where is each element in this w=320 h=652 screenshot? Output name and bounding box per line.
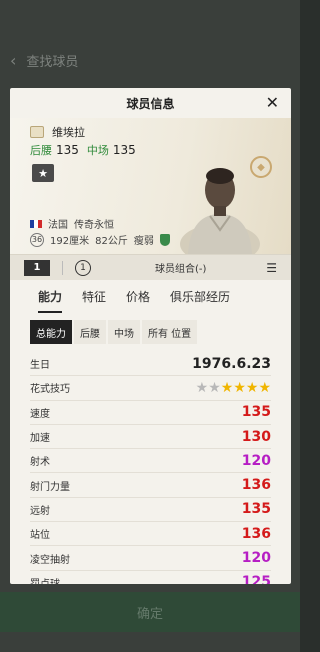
stat-label: 花式技巧 [30,384,70,396]
star-icon: ★ [38,166,48,180]
stat-row: 远射 135 [30,498,271,523]
stat-row: 生日 1976.6.23 [30,352,271,377]
stat-row: 加速 130 [30,425,271,450]
stat-row: 速度 135 [30,401,271,425]
stat-row: 花式技巧 ★ ★ ★ ★ ★ ★ [30,376,271,401]
icon-emblem-icon: ◆ [250,156,272,178]
club-badge-icon [159,233,170,246]
stat-label: 凌空抽射 [30,554,70,566]
star-icon: ★ [245,379,259,396]
stat-value: 130 [241,428,271,445]
confirm-label: 确定 [136,606,163,622]
stat-value: 136 [241,477,271,494]
tab-price[interactable]: 价格 [126,288,150,305]
divider [62,260,63,275]
height-value: 192厘米 [50,236,90,247]
main-tabs: 能力 特征 价格 俱乐部经历 [10,280,291,313]
star-icon: ★ [220,379,234,396]
subtab-cdm[interactable]: 后腰 [74,320,106,344]
position-ratings: 后腰 135 中场 135 [30,142,136,158]
level-badge-icon [30,126,44,138]
menu-icon[interactable]: ☰ [266,261,277,275]
skill-stars: ★ ★ ★ ★ ★ ★ [196,381,271,395]
background-title: 查找球员 [26,54,79,70]
subtab-cm[interactable]: 中场 [108,320,140,344]
stat-value: 135 [241,501,271,518]
subtab-overall[interactable]: 总能力 [30,320,72,344]
age-badge: 36 [30,232,44,247]
player-info-modal: 球员信息 ✕ 维埃拉 后腰 135 中场 135 ★ ◆ 法国 传奇永恒 36 … [10,88,291,584]
player-card: 维埃拉 后腰 135 中场 135 ★ ◆ 法国 传奇永恒 36 192厘米 8… [10,118,291,254]
star-icon: ★ [195,379,209,396]
stat-value: 120 [241,452,271,469]
sub-tabs: 总能力 后腰 中场 所有 位置 [30,320,271,344]
star-icon: ★ [258,379,271,396]
player-strip: 1 1 球员组合(-) ☰ [10,254,291,280]
close-icon[interactable]: ✕ [266,93,279,113]
grade-circle: 1 [75,259,91,276]
nation-row: 法国 传奇永恒 [30,216,114,231]
background-header: ‹ 查找球员 [0,40,300,80]
nation-name: 法国 [48,220,68,231]
stat-label: 加速 [30,433,50,445]
star-icon: ★ [233,379,246,396]
physical-row: 36 192厘米 82公斤 瘦弱 [30,232,170,247]
stats-list: 生日 1976.6.23 花式技巧 ★ ★ ★ ★ ★ ★ 速度 135 加速 130 射术 120 射门力量… [30,352,271,584]
stat-row: 站位 136 [30,522,271,547]
stat-row: 射门力量 136 [30,473,271,498]
player-name: 维埃拉 [52,126,85,139]
modal-title: 球员信息 [126,96,175,111]
position-label: 后腰 [30,144,52,157]
position-label: 中场 [86,144,109,157]
stat-label: 远射 [30,505,50,517]
player-name-row: 维埃拉 [30,124,85,140]
stat-value: 1976.6.23 [192,355,271,372]
stat-row: 凌空抽射 120 [30,546,271,571]
back-arrow-icon[interactable]: ‹ [10,51,16,70]
stat-value: 135 [241,404,271,421]
tab-ability[interactable]: 能力 [38,288,63,313]
stat-label: 速度 [30,408,50,420]
subtab-all-positions[interactable]: 所有 位置 [142,320,198,344]
star-icon: ★ [208,379,221,396]
weight-value: 82公斤 [95,236,128,247]
stat-label: 生日 [30,360,50,372]
chemistry-label[interactable]: 球员组合(-) [155,260,206,275]
build-value: 瘦弱 [133,236,154,247]
stat-value: 125 [241,574,271,584]
stat-label: 射门力量 [30,481,70,493]
stat-label: 射术 [30,457,50,469]
player-portrait [180,168,260,254]
position-value: 135 [56,143,79,157]
stat-label: 站位 [30,530,50,542]
stat-row: 罚点球 125 [30,571,271,584]
stat-row: 射术 120 [30,449,271,474]
tab-club-history[interactable]: 俱乐部经历 [170,288,230,305]
rank-badge: 1 [24,259,50,276]
france-flag-icon [30,219,42,228]
position-value: 135 [112,143,136,157]
season-name: 传奇永恒 [74,220,114,231]
stat-value: 120 [241,550,271,567]
confirm-button[interactable]: 确定 [0,592,300,632]
favorite-star-button[interactable]: ★ [32,164,54,182]
tab-traits[interactable]: 特征 [82,288,106,305]
stat-value: 136 [241,525,271,542]
stat-label: 罚点球 [30,575,60,584]
modal-header: 球员信息 ✕ [10,88,291,118]
